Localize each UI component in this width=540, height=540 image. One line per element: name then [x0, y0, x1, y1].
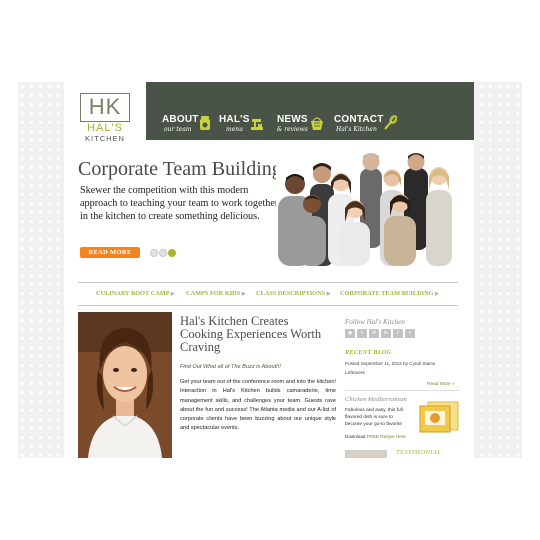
- team-photo: [276, 146, 466, 266]
- chevron-right-icon: ▶: [241, 292, 246, 297]
- recipe-download[interactable]: Download FREE Recipe Here: [345, 434, 406, 439]
- subnav-item-camps-for-kids[interactable]: CAMPS FOR KIDS ▶: [186, 290, 246, 297]
- nav-item-title: ABOUT: [162, 114, 199, 125]
- recent-blog-heading: RECENT BLOG: [345, 349, 392, 356]
- secondary-nav: CULINARY BOOT CAMP ▶ CAMPS FOR KIDS ▶ CL…: [78, 282, 458, 306]
- slide-dot-3[interactable]: [168, 249, 176, 257]
- person-mid-4: [426, 167, 452, 266]
- logo-name: HAL'S: [87, 122, 123, 134]
- sidebar-divider: [345, 390, 460, 391]
- nav-item-title: NEWS: [277, 114, 308, 125]
- nav-item-sub: menu: [226, 126, 243, 133]
- recipe-heading: Chicken Mediterranean: [345, 396, 407, 403]
- basket-icon: [311, 117, 323, 130]
- hero-text: Skewer the competition with this modern …: [80, 185, 279, 222]
- share-icon[interactable]: +: [405, 329, 415, 338]
- chevron-right-icon: ▶: [326, 292, 331, 297]
- chevron-right-icon: ▶: [435, 292, 439, 297]
- nav-item-title: CONTACT: [334, 114, 384, 125]
- subnav-item-label: CULINARY BOOT CAMP: [96, 290, 170, 297]
- logo-initials: HK: [88, 94, 122, 119]
- recent-post-title[interactable]: Leftovers: [345, 371, 365, 376]
- whisk-icon: [384, 115, 397, 130]
- subnav-item-label: CAMPS FOR KIDS: [186, 290, 241, 297]
- rss-icon[interactable]: ◉: [345, 329, 355, 338]
- logo-box: HK: [80, 93, 130, 122]
- logo-subname: KITCHEN: [85, 134, 125, 143]
- subnav-item-culinary-boot-camp[interactable]: CULINARY BOOT CAMP ▶: [96, 290, 175, 297]
- page-container: HK HAL'S KITCHEN ABOUT our team HAL'S me…: [64, 82, 474, 458]
- testimonial-thumbnail: [345, 450, 387, 458]
- subnav-item-label: CORPORATE TEAM BUILDING: [340, 290, 434, 297]
- follow-heading: Follow Hal's Kitchen: [345, 318, 405, 326]
- main-nav: ABOUT our team HAL'S menu NEWS & reviews: [146, 82, 474, 140]
- twitter-icon[interactable]: t: [357, 329, 367, 338]
- slide-dot-2[interactable]: [159, 249, 167, 257]
- logo[interactable]: HK HAL'S KITCHEN: [80, 93, 130, 143]
- article-body: Get your team out of the conference room…: [180, 379, 336, 432]
- mixer-icon: [251, 119, 263, 130]
- chevron-right-icon: ▶: [170, 292, 175, 297]
- recipe-description: Fabulous and easy, this full flavored di…: [345, 408, 403, 427]
- nav-item-sub: Hal's Kitchen: [336, 126, 377, 133]
- linkedin-icon[interactable]: in: [381, 329, 391, 338]
- chef-photo: [78, 312, 172, 458]
- download-label: Download: [345, 434, 366, 439]
- nav-item-sub: our team: [164, 126, 192, 133]
- subnav-item-class-descriptions[interactable]: CLASS DESCRIPTIONS ▶: [256, 290, 331, 297]
- cookie-jar-icon: [200, 116, 210, 130]
- nav-item-sub: & reviews: [277, 126, 308, 133]
- email-icon[interactable]: ✉: [369, 329, 379, 338]
- article-subtitle: Find Out What all of The Buzz is About!!…: [180, 364, 281, 370]
- testimonial-heading: TESTIMONIAL: [396, 449, 442, 456]
- read-more-link[interactable]: Read More »: [427, 382, 455, 387]
- article-title: Hal's Kitchen Creates Cooking Experience…: [180, 314, 322, 354]
- recipe-book-image[interactable]: [418, 400, 460, 434]
- download-link[interactable]: FREE Recipe Here: [367, 434, 406, 439]
- subnav-item-corporate-team-building[interactable]: CORPORATE TEAM BUILDING ▶: [340, 290, 439, 297]
- slide-dot-1[interactable]: [150, 249, 158, 257]
- hero-title: Corporate Team Building: [78, 158, 282, 180]
- recent-post-meta: Posted September 11, 2012 by Cyndi Stams: [345, 361, 436, 366]
- subnav-item-label: CLASS DESCRIPTIONS: [256, 290, 326, 297]
- facebook-icon[interactable]: f: [393, 329, 403, 338]
- nav-item-title: HAL'S: [219, 114, 250, 125]
- read-more-button[interactable]: READ MORE: [80, 247, 140, 258]
